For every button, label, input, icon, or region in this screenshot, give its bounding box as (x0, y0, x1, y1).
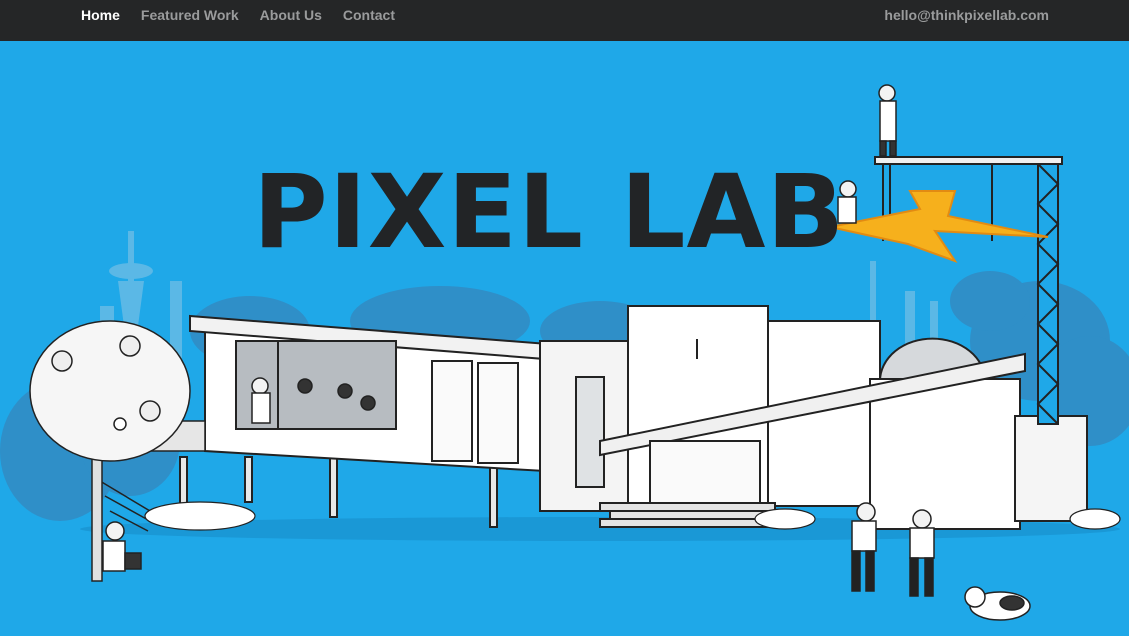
nav-link-featured-work[interactable]: Featured Work (141, 7, 239, 23)
dog (964, 586, 1031, 621)
contact-email-link[interactable]: hello@thinkpixellab.com (884, 7, 1049, 23)
left-building (179, 314, 550, 528)
main-nav: Home Featured Work About Us Contact (81, 0, 395, 30)
top-navigation-bar: Home Featured Work About Us Contact hell… (0, 0, 1129, 41)
nav-link-contact[interactable]: Contact (343, 7, 395, 23)
hero-section: PIXEL LAB (0, 41, 1129, 636)
lab-building-illustration (0, 84, 1129, 621)
pixel-lab-logo: PIXEL LAB (253, 153, 846, 272)
lightning-bolt (829, 190, 1049, 263)
nav-link-home[interactable]: Home (81, 7, 120, 23)
nav-link-about-us[interactable]: About Us (260, 7, 322, 23)
